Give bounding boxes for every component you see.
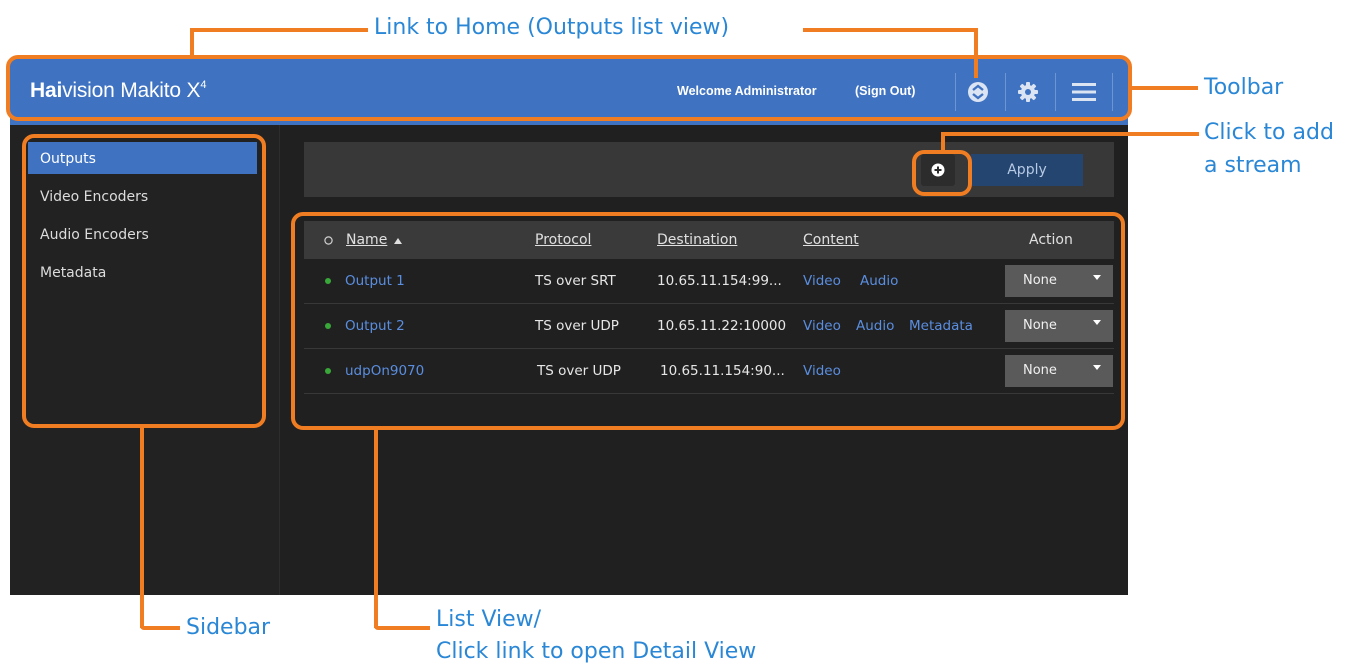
action-select[interactable]: None: [1005, 310, 1113, 342]
column-header-protocol[interactable]: Protocol: [535, 232, 591, 248]
sidebar: Outputs Video Encoders Audio Encoders Me…: [10, 125, 280, 595]
callout-label-sidebar: Sidebar: [186, 615, 271, 640]
content-link-video[interactable]: Video: [803, 363, 841, 379]
column-header-destination[interactable]: Destination: [657, 232, 737, 248]
action-select[interactable]: None: [1005, 355, 1113, 387]
callout-line: [803, 28, 975, 32]
status-dot-icon: [325, 278, 331, 284]
output-name-link[interactable]: Output 2: [345, 318, 405, 334]
destination-cell: 10.65.11.154:99...: [657, 273, 782, 289]
column-header-content[interactable]: Content: [803, 232, 859, 248]
callout-label-list-2: Click link to open Detail View: [436, 639, 757, 664]
content-link-metadata[interactable]: Metadata: [909, 318, 973, 334]
callout-line: [374, 626, 430, 630]
callout-line: [1132, 86, 1198, 90]
sort-ascending-icon[interactable]: [394, 238, 402, 244]
table-row: Output 2 TS over UDP 10.65.11.22:10000 V…: [304, 304, 1114, 349]
toolbar: Haivision Makito X4 Welcome Administrato…: [10, 59, 1128, 125]
home-icon: [968, 82, 988, 102]
action-select[interactable]: None: [1005, 265, 1113, 297]
gear-icon: [1018, 82, 1038, 102]
apply-button[interactable]: Apply: [971, 154, 1083, 186]
callout-label-list-1: List View/: [436, 607, 542, 632]
content-link-video[interactable]: Video: [803, 318, 841, 334]
protocol-cell: TS over UDP: [535, 318, 619, 334]
content-link-audio[interactable]: Audio: [860, 273, 898, 289]
select-all-radio-icon[interactable]: [324, 236, 333, 245]
output-name-link[interactable]: udpOn9070: [345, 363, 424, 379]
sidebar-item-metadata[interactable]: Metadata: [28, 256, 257, 288]
destination-cell: 10.65.11.154:90...: [660, 363, 785, 379]
callout-line: [190, 28, 368, 32]
hamburger-menu-icon: [1072, 83, 1096, 101]
chevron-down-icon: [1093, 365, 1101, 370]
callout-label-toolbar: Toolbar: [1204, 75, 1284, 100]
action-select-value: None: [1023, 318, 1057, 333]
output-name-link[interactable]: Output 1: [345, 273, 405, 289]
protocol-cell: TS over UDP: [537, 363, 621, 379]
sidebar-item-audio-encoders[interactable]: Audio Encoders: [28, 218, 257, 250]
column-header-action: Action: [1029, 232, 1073, 248]
column-header-name[interactable]: Name: [346, 232, 387, 248]
action-select-value: None: [1023, 273, 1057, 288]
home-button[interactable]: [956, 73, 1000, 111]
sidebar-item-video-encoders[interactable]: Video Encoders: [28, 180, 257, 212]
add-stream-button[interactable]: [921, 154, 955, 186]
menu-button[interactable]: [1062, 73, 1106, 111]
toolbar-divider: [1055, 73, 1056, 111]
callout-line: [190, 28, 194, 58]
plus-circle-icon: [931, 163, 945, 177]
makito-web-ui: Haivision Makito X4 Welcome Administrato…: [10, 59, 1128, 595]
brand-logo: Haivision Makito X4: [30, 79, 207, 102]
action-select-value: None: [1023, 363, 1057, 378]
callout-label-home: Link to Home (Outputs list view): [374, 15, 730, 40]
chevron-down-icon: [1093, 275, 1101, 280]
table-row: Output 1 TS over SRT 10.65.11.154:99... …: [304, 259, 1114, 304]
toolbar-divider: [1112, 73, 1113, 111]
status-dot-icon: [325, 323, 331, 329]
protocol-cell: TS over SRT: [535, 273, 616, 289]
callout-label-add-1: Click to add: [1204, 120, 1334, 145]
callout-label-add-2: a stream: [1204, 153, 1302, 178]
settings-button[interactable]: [1006, 73, 1050, 111]
welcome-text: Welcome Administrator: [677, 84, 817, 98]
sign-out-link[interactable]: (Sign Out): [855, 84, 915, 98]
status-dot-icon: [325, 368, 331, 374]
sidebar-item-outputs[interactable]: Outputs: [28, 142, 257, 174]
destination-cell: 10.65.11.22:10000: [657, 318, 787, 334]
content-link-video[interactable]: Video: [803, 273, 841, 289]
chevron-down-icon: [1093, 320, 1101, 325]
content-link-audio[interactable]: Audio: [856, 318, 894, 334]
callout-line: [140, 626, 180, 630]
table-row: udpOn9070 TS over UDP 10.65.11.154:90...…: [304, 349, 1114, 394]
table-header: Name Protocol Destination Content Action: [304, 221, 1114, 259]
action-bar: Apply: [304, 142, 1114, 197]
